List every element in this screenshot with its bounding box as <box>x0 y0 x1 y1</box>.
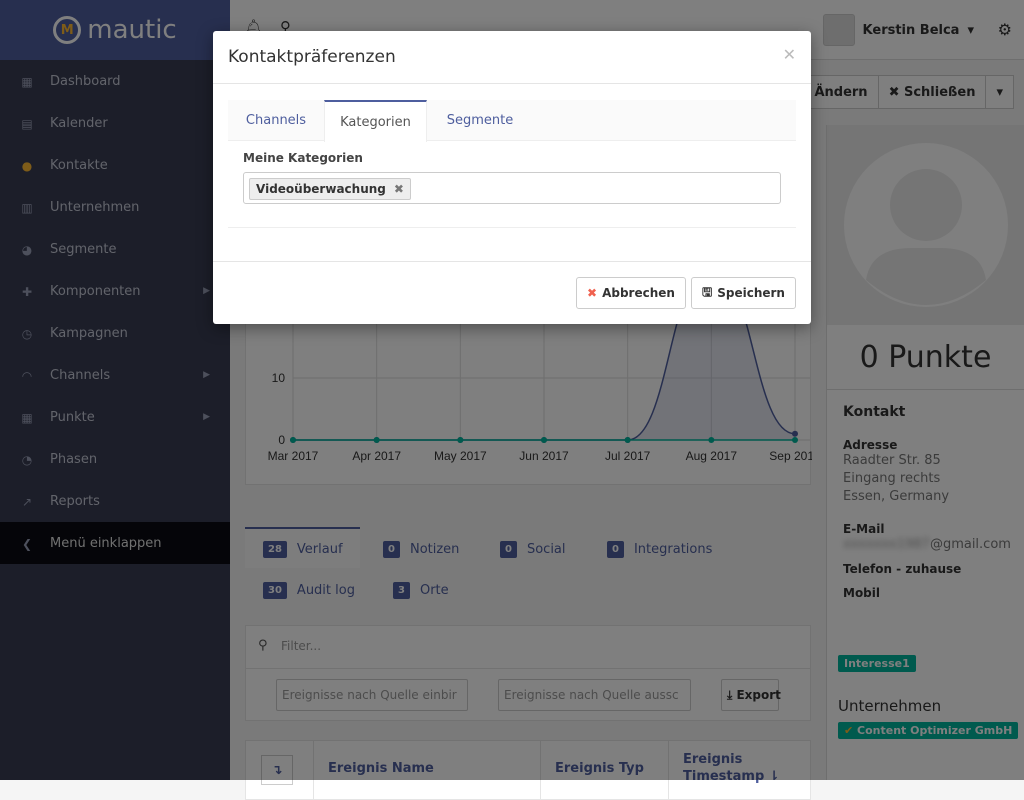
close-icon: ✖ <box>587 286 598 300</box>
tab-segmente[interactable]: Segmente <box>427 100 533 141</box>
categories-label: Meine Kategorien <box>243 151 363 165</box>
modal-tabs: Channels Kategorien Segmente <box>228 100 796 142</box>
save-button[interactable]: 🖫︎ Speichern <box>691 277 796 309</box>
close-icon[interactable]: ✕ <box>783 45 796 64</box>
tab-channels[interactable]: Channels <box>228 100 324 141</box>
tab-kategorien[interactable]: Kategorien <box>324 100 427 142</box>
contact-preferences-modal: Kontaktpräferenzen ✕ Channels Kategorien… <box>213 31 811 324</box>
category-chip: Videoüberwachung ✖ <box>249 178 411 200</box>
categories-multiselect[interactable]: Videoüberwachung ✖ <box>243 172 781 204</box>
remove-icon[interactable]: ✖ <box>394 182 404 196</box>
cancel-button[interactable]: ✖ Abbrechen <box>576 277 686 309</box>
floppy-disk-icon: 🖫︎ <box>702 284 713 299</box>
modal-title: Kontaktpräferenzen <box>213 31 811 84</box>
